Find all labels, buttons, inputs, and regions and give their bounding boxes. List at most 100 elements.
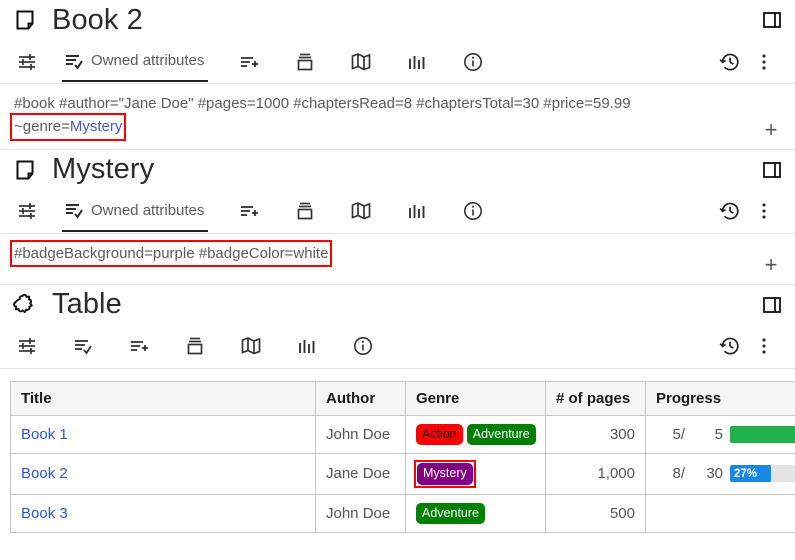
genre-badge[interactable]: Adventure <box>466 423 536 445</box>
progress-read: 5 <box>672 425 681 443</box>
book-title-link[interactable]: Book 3 <box>21 505 68 522</box>
split-panel-icon[interactable] <box>761 159 783 181</box>
genre-badge[interactable]: Action <box>416 423 463 445</box>
badge-attributes-highlight: #badgeBackground=purple #badgeColor=whit… <box>9 239 333 267</box>
tab-owned-attributes[interactable]: Owned attributes <box>62 41 209 82</box>
table-body: Book 1 John Doe Action Adventure 300 5 / … <box>10 414 795 533</box>
page-title: Mystery <box>52 153 155 185</box>
more-vertical-icon[interactable] <box>747 45 781 79</box>
progress-separator: / <box>680 465 686 483</box>
attributes-plus-icon[interactable] <box>232 45 266 79</box>
cell-genre: Action Adventure <box>405 414 546 454</box>
split-panel-icon[interactable] <box>761 9 783 31</box>
genre-badge[interactable]: Mystery <box>417 463 473 485</box>
more-vertical-icon[interactable] <box>747 329 781 363</box>
note-icon <box>12 7 38 33</box>
history-icon[interactable] <box>713 329 747 363</box>
attribute-line-1-wrapper: #badgeBackground=purple #badgeColor=whit… <box>9 239 751 267</box>
genre-attribute-value[interactable]: Mystery <box>70 118 123 135</box>
column-header-progress[interactable]: Progress <box>645 380 795 416</box>
bar-chart-icon[interactable] <box>400 194 434 228</box>
progress-bar-fill <box>730 425 795 443</box>
history-icon[interactable] <box>713 45 747 79</box>
history-icon[interactable] <box>713 194 747 228</box>
cell-author: Jane Doe <box>315 453 406 495</box>
attributes-check-icon[interactable] <box>66 329 100 363</box>
cell-progress: 8 / 30 27% <box>645 453 795 495</box>
genre-attribute-key: ~genre= <box>14 118 70 136</box>
progress-total: 5 <box>714 425 724 443</box>
note-section-book2: Book 2 Owned attributes #book #author="J… <box>0 0 795 150</box>
info-icon[interactable] <box>456 45 490 79</box>
progress-bar <box>730 505 795 522</box>
attributes-plus-icon[interactable] <box>122 329 156 363</box>
progress-group: 5 / 5 100% <box>656 425 795 443</box>
cell-genre: Adventure <box>405 493 546 533</box>
cell-title: Book 3 <box>10 493 316 533</box>
book-title-link[interactable]: Book 2 <box>21 465 68 482</box>
column-header-title[interactable]: Title <box>10 380 316 416</box>
cell-title: Book 2 <box>10 453 316 495</box>
progress-separator: / <box>680 425 686 443</box>
sliders-icon[interactable] <box>10 329 44 363</box>
progress-group: 8 / 30 27% <box>656 465 795 483</box>
genre-badge[interactable]: Adventure <box>416 502 485 524</box>
info-icon[interactable] <box>456 194 490 228</box>
tabbar-mystery: Owned attributes <box>0 190 795 234</box>
table-container: Title Author Genre # of pages Progress B… <box>0 369 795 534</box>
attribute-line-1: #book #author="Jane Doe" #pages=1000 #ch… <box>14 95 631 112</box>
split-panel-icon[interactable] <box>761 294 783 316</box>
genre-attribute-highlight: ~genre=Mystery <box>9 113 127 141</box>
add-attribute-button[interactable]: + <box>761 118 781 140</box>
progress-read: 8 <box>672 465 681 483</box>
attributes-area-book2[interactable]: #book #author="Jane Doe" #pages=1000 #ch… <box>0 84 795 150</box>
note-header-table: Table <box>0 285 795 325</box>
tab-owned-attributes[interactable]: Owned attributes <box>62 191 209 232</box>
info-icon[interactable] <box>346 329 380 363</box>
map-icon[interactable] <box>234 329 268 363</box>
book-title-link[interactable]: Book 1 <box>21 426 68 443</box>
books-table: Title Author Genre # of pages Progress B… <box>10 380 795 534</box>
cell-progress <box>645 493 795 533</box>
bar-chart-icon[interactable] <box>290 329 324 363</box>
puzzle-icon <box>12 292 38 318</box>
app-root: Book 2 Owned attributes #book #author="J… <box>0 0 795 560</box>
add-attribute-button[interactable]: + <box>761 253 781 275</box>
more-vertical-icon[interactable] <box>747 194 781 228</box>
cell-progress: 5 / 5 100% <box>645 414 795 454</box>
sliders-icon[interactable] <box>10 45 44 79</box>
attributes-area-mystery[interactable]: #badgeBackground=purple #badgeColor=whit… <box>0 234 795 285</box>
cell-pages: 500 <box>545 493 646 533</box>
column-header-author[interactable]: Author <box>315 380 406 416</box>
note-header-mystery: Mystery <box>0 150 795 190</box>
page-title: Table <box>52 288 122 320</box>
table-row: Book 3 John Doe Adventure 500 <box>10 493 795 533</box>
tabbar-table <box>0 325 795 369</box>
cell-pages: 300 <box>545 414 646 454</box>
table-row: Book 2 Jane Doe Mystery 1,000 8 / 30 27% <box>10 453 795 495</box>
attributes-check-icon <box>64 200 84 220</box>
map-icon[interactable] <box>344 194 378 228</box>
progress-total: 30 <box>706 465 724 483</box>
attributes-plus-icon[interactable] <box>232 194 266 228</box>
attributes-check-icon <box>64 51 84 71</box>
map-icon[interactable] <box>344 45 378 79</box>
inherited-attributes-icon[interactable] <box>288 45 322 79</box>
cell-genre: Mystery <box>405 453 546 495</box>
column-header-genre[interactable]: Genre <box>405 380 546 416</box>
sliders-icon[interactable] <box>10 194 44 228</box>
column-header-pages[interactable]: # of pages <box>545 380 646 416</box>
tab-owned-attributes-label: Owned attributes <box>91 201 205 219</box>
progress-percent-label: 27% <box>734 467 758 480</box>
inherited-attributes-icon[interactable] <box>288 194 322 228</box>
table-row: Book 1 John Doe Action Adventure 300 5 / … <box>10 414 795 454</box>
note-section-table: Table Title Author Genre # of pages Prog… <box>0 284 795 534</box>
note-section-mystery: Mystery Owned attributes #badgeBackgroun… <box>0 149 795 285</box>
note-icon <box>12 157 38 183</box>
table-header-row: Title Author Genre # of pages Progress <box>10 380 795 416</box>
note-header-book2: Book 2 <box>0 0 795 40</box>
tab-owned-attributes-label: Owned attributes <box>91 52 205 69</box>
inherited-attributes-icon[interactable] <box>178 329 212 363</box>
bar-chart-icon[interactable] <box>400 45 434 79</box>
cell-pages: 1,000 <box>545 453 646 495</box>
